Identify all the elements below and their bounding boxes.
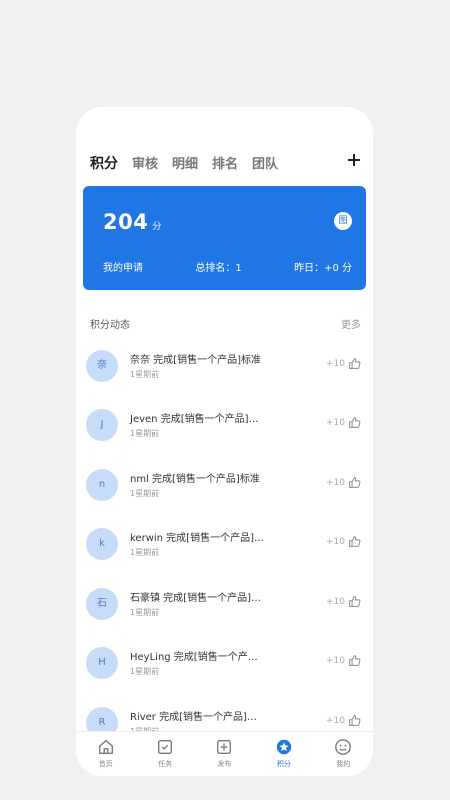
list-item[interactable]: 石 石豪镇 完成[销售一个产品]… 1星期前 +10 [76, 575, 373, 627]
activity-title: 奈奈 完成[销售一个产品]标准 [130, 355, 261, 366]
activity-title: HeyLing 完成[销售一个产… [130, 652, 258, 663]
tab-points[interactable]: 积分 [90, 153, 118, 173]
publish-icon [217, 740, 232, 754]
thumbs-up-icon[interactable] [348, 357, 361, 370]
points-unit: 分 [152, 222, 162, 232]
tab-review[interactable]: 审核 [132, 153, 158, 172]
phone-screen: 积分 审核 明细 排名 团队 204 分 图 我的申请 总排名：1 昨日：+0 分… [76, 107, 373, 776]
nav-publish[interactable]: 发布 [199, 732, 249, 776]
avatar: n [86, 469, 118, 501]
thumbs-up-icon[interactable] [348, 595, 361, 608]
tab-details[interactable]: 明细 [172, 153, 198, 172]
list-item[interactable]: 奈 奈奈 完成[销售一个产品]标准 1星期前 +10 [76, 337, 373, 389]
tab-team[interactable]: 团队 [252, 153, 278, 172]
nav-label: 积分 [276, 760, 291, 768]
nav-points[interactable]: 积分 [259, 732, 309, 776]
points-summary-card: 204 分 图 我的申请 总排名：1 昨日：+0 分 [83, 186, 366, 290]
avatar: J [86, 409, 118, 441]
tab-ranking[interactable]: 排名 [212, 153, 238, 172]
activity-points: +10 [326, 418, 345, 428]
add-icon[interactable] [345, 151, 363, 169]
thumbs-up-icon[interactable] [348, 416, 361, 429]
activity-points: +10 [326, 359, 345, 369]
nav-profile[interactable]: 我的 [318, 732, 368, 776]
nav-label: 发布 [217, 760, 232, 768]
points-icon [276, 739, 292, 755]
activity-time: 1星期前 [130, 608, 160, 617]
list-item[interactable]: n nml 完成[销售一个产品]标准 1星期前 +10 [76, 456, 373, 508]
activity-title: 石豪镇 完成[销售一个产品]… [130, 593, 261, 604]
more-link[interactable]: 更多 [341, 316, 361, 331]
activity-points: +10 [326, 537, 345, 547]
activity-section-header: 积分动态 更多 [90, 316, 361, 331]
my-applications-link[interactable]: 我的申请 [103, 259, 143, 274]
activity-time: 1星期前 [130, 429, 160, 438]
card-stats-row: 我的申请 总排名：1 昨日：+0 分 [103, 259, 352, 274]
points-score: 204 分 [103, 210, 162, 234]
points-value: 204 [103, 210, 149, 234]
avatar: k [86, 528, 118, 560]
list-item[interactable]: k kerwin 完成[销售一个产品]… 1星期前 +10 [76, 515, 373, 567]
thumbs-up-icon[interactable] [348, 476, 361, 489]
nav-tasks[interactable]: 任务 [140, 732, 190, 776]
list-item[interactable]: J Jeven 完成[销售一个产品]… 1星期前 +10 [76, 396, 373, 448]
avatar: H [86, 647, 118, 679]
activity-points: +10 [326, 656, 345, 666]
nav-label: 首页 [98, 760, 113, 768]
activity-time: 1星期前 [130, 370, 160, 379]
top-tabs: 积分 审核 明细 排名 团队 [90, 153, 292, 173]
activity-time: 1星期前 [130, 489, 160, 498]
activity-time: 1星期前 [130, 667, 160, 676]
activity-points: +10 [326, 478, 345, 488]
activity-time: 1星期前 [130, 548, 160, 557]
nav-home[interactable]: 首页 [81, 732, 131, 776]
yesterday-points: 昨日：+0 分 [294, 263, 352, 274]
thumbs-up-icon[interactable] [348, 654, 361, 667]
nav-label: 我的 [336, 760, 351, 768]
total-rank: 总排名：1 [195, 263, 242, 274]
task-icon [158, 740, 173, 754]
avatar: 石 [86, 588, 118, 620]
activity-title: River 完成[销售一个产品]… [130, 712, 257, 723]
bottom-nav: 首页 任务 发布 积分 我的 [76, 731, 373, 776]
activity-title: kerwin 完成[销售一个产品]… [130, 533, 264, 544]
home-icon [98, 739, 113, 754]
nav-label: 任务 [158, 760, 173, 768]
activity-points: +10 [326, 716, 345, 726]
list-item[interactable]: H HeyLing 完成[销售一个产… 1星期前 +10 [76, 634, 373, 686]
activity-title: nml 完成[销售一个产品]标准 [130, 474, 260, 485]
profile-icon [335, 739, 352, 755]
activity-title: Jeven 完成[销售一个产品]… [130, 414, 259, 425]
points-record-icon[interactable]: 图 [334, 212, 352, 230]
avatar: 奈 [86, 350, 118, 382]
thumbs-up-icon[interactable] [348, 714, 361, 727]
thumbs-up-icon[interactable] [348, 535, 361, 548]
activity-points: +10 [326, 597, 345, 607]
section-title: 积分动态 [90, 320, 130, 331]
